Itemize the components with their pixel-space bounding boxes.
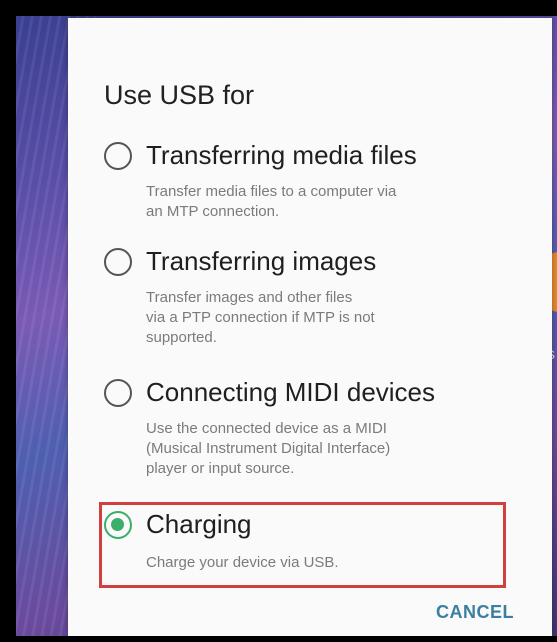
option-label: Transferring images — [146, 246, 377, 276]
radio-unchecked-icon[interactable] — [104, 379, 132, 407]
phone-screen: ts Use USB for Transferring media files … — [16, 16, 557, 636]
radio-unchecked-icon[interactable] — [104, 248, 132, 276]
option-label: Charging — [146, 509, 252, 539]
option-description: Transfer images and other files via a PT… — [146, 289, 375, 346]
option-description: Charge your device via USB. — [146, 554, 339, 571]
radio-unchecked-icon[interactable] — [104, 142, 132, 170]
option-label: Transferring media files — [146, 140, 417, 170]
option-description: Transfer media files to a computer via a… — [146, 183, 397, 220]
cancel-button[interactable]: CANCEL — [436, 602, 514, 623]
usb-options-dialog: Use USB for Transferring media files Tra… — [68, 18, 552, 636]
dialog-title: Use USB for — [104, 80, 255, 110]
radio-checked-icon[interactable] — [104, 511, 132, 539]
option-label: Connecting MIDI devices — [146, 377, 436, 407]
option-description: Use the connected device as a MIDI (Musi… — [146, 420, 391, 477]
